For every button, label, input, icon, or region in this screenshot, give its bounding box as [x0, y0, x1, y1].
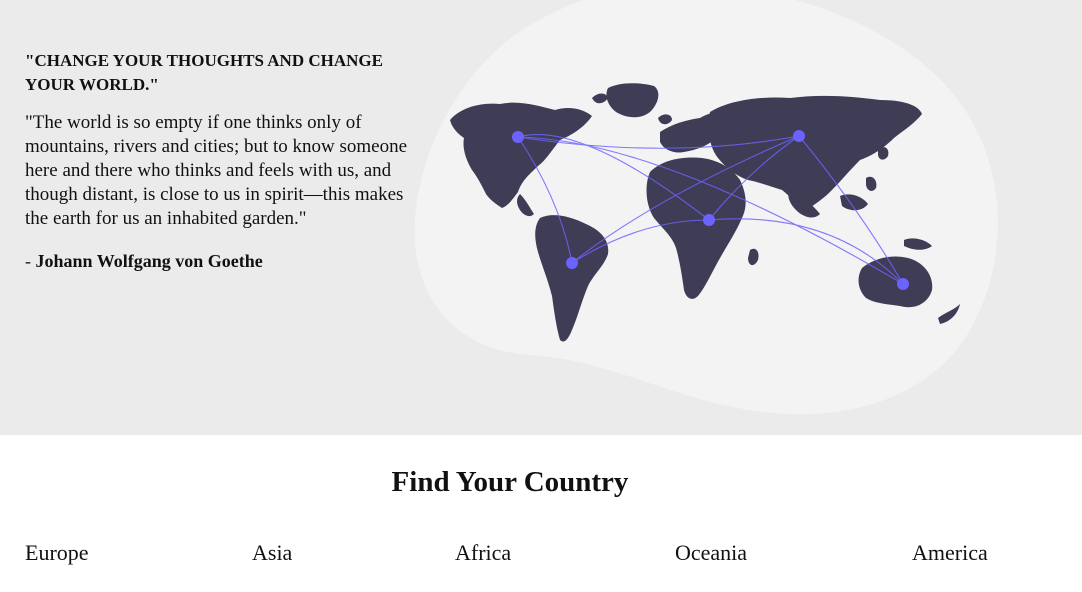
region-link-oceania[interactable]: Oceania [675, 538, 747, 568]
find-country-section [0, 435, 1082, 592]
region-link-asia[interactable]: Asia [252, 538, 292, 568]
hero-section: "CHANGE YOUR THOUGHTS AND CHANGE YOUR WO… [0, 0, 1082, 435]
find-country-title: Find Your Country [391, 466, 629, 498]
region-link-africa[interactable]: Africa [455, 538, 511, 568]
world-map-network-icon [414, 0, 998, 415]
author-prefix: - [25, 251, 36, 271]
quote-heading: "CHANGE YOUR THOUGHTS AND CHANGE YOUR WO… [25, 51, 383, 94]
region-link-europe[interactable]: Europe [25, 538, 89, 568]
region-link-america[interactable]: America [912, 538, 988, 568]
quote-text: "The world is so empty if one thinks onl… [25, 112, 408, 229]
quote-author: - Johann Wolfgang von Goethe [25, 249, 410, 273]
quote-block: "CHANGE YOUR THOUGHTS AND CHANGE YOUR WO… [25, 49, 410, 273]
region-list: Europe Asia Africa Oceania America [0, 538, 1082, 568]
author-name: Johann Wolfgang von Goethe [35, 251, 263, 271]
